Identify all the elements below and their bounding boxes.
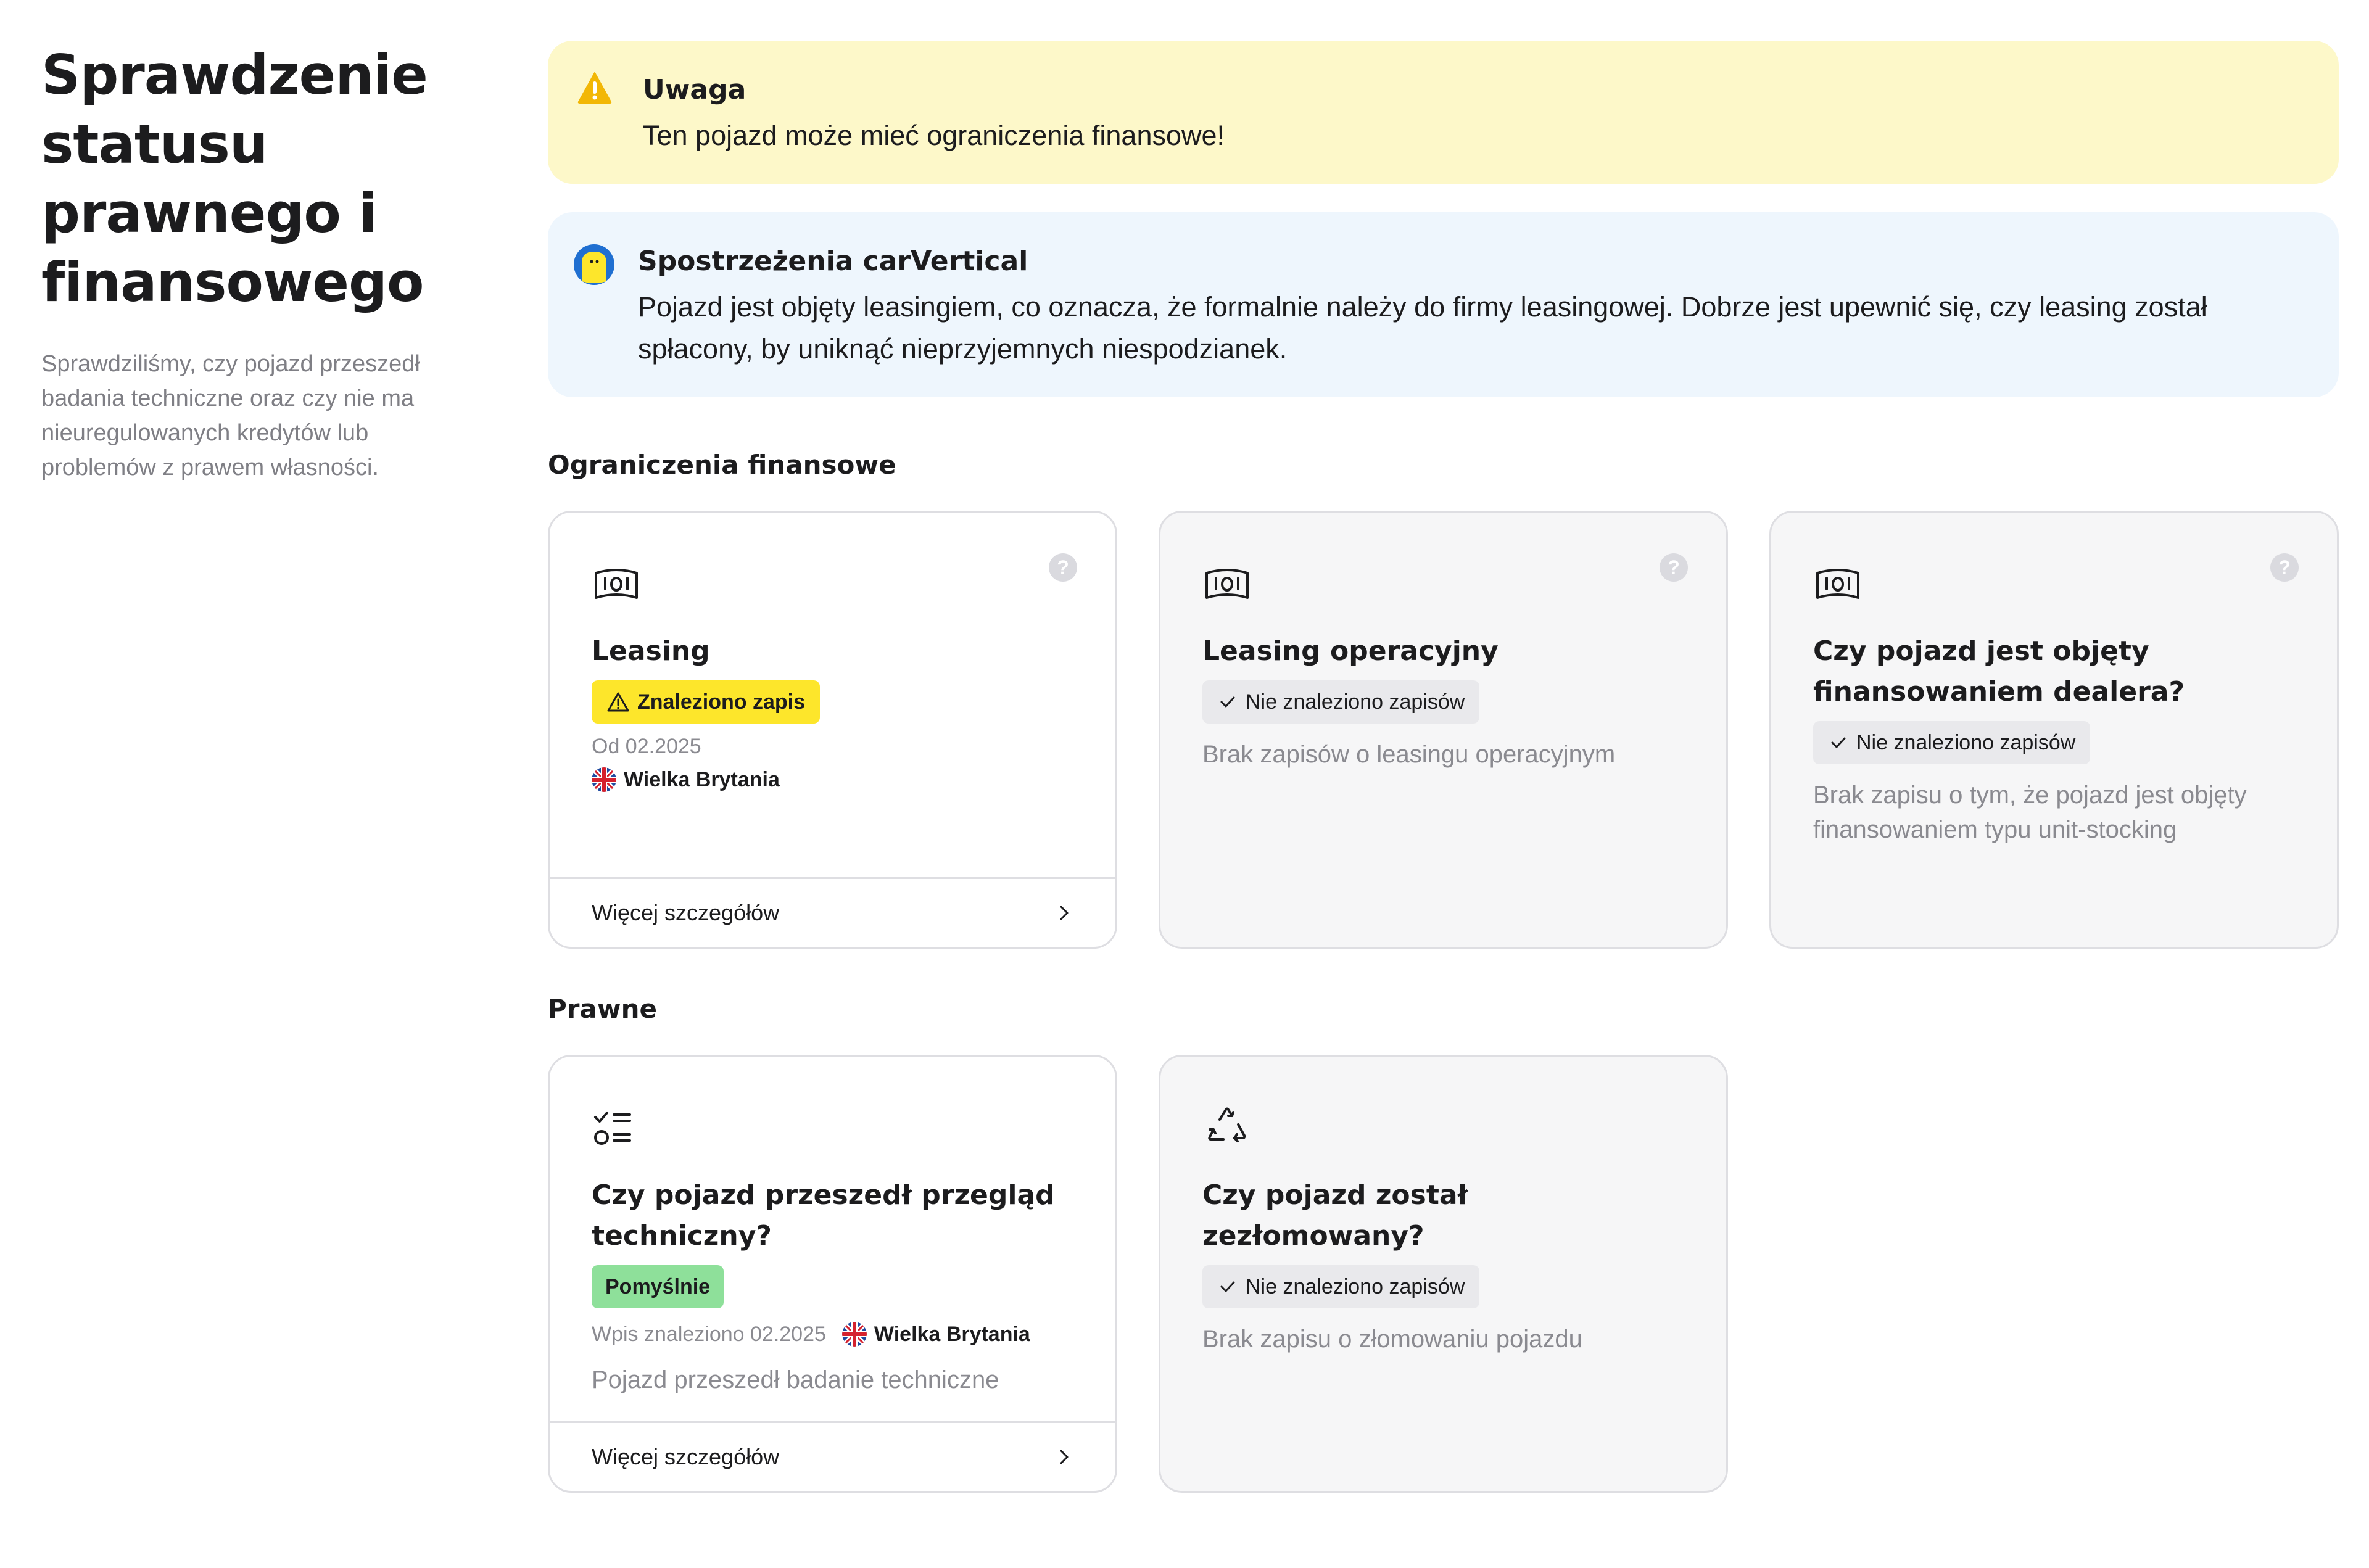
country: Wielka Brytania bbox=[841, 1322, 1030, 1347]
card-title: Leasing bbox=[592, 635, 710, 667]
page-title: Sprawdzenie statusu prawnego i finansowe… bbox=[41, 43, 428, 314]
record-date: Wpis znaleziono 02.2025 bbox=[592, 1322, 826, 1346]
card-title: Czy pojazd jest objęty finansowaniem dea… bbox=[1813, 635, 2185, 708]
insight-alert: Spostrzeżenia carVertical Pojazd jest ob… bbox=[548, 212, 2339, 397]
more-details-label: Więcej szczegółów bbox=[592, 900, 780, 925]
badge-label: Pomyślnie bbox=[605, 1274, 711, 1298]
card-description: Pojazd przeszedł badanie techniczne bbox=[592, 1366, 999, 1393]
badge-label: Nie znaleziono zapisów bbox=[1246, 1274, 1465, 1298]
inspection-card[interactable]: Czy pojazd przeszedł przegląd techniczny… bbox=[548, 1055, 1117, 1493]
chevron-right-icon bbox=[1060, 906, 1069, 920]
check-icon bbox=[1220, 1281, 1235, 1292]
badge-label: Nie znaleziono zapisów bbox=[1856, 730, 2076, 754]
checklist-icon bbox=[594, 1112, 631, 1145]
banknote-icon bbox=[1205, 569, 1249, 599]
record-date: Od 02.2025 bbox=[592, 735, 701, 758]
check-icon bbox=[1220, 696, 1235, 708]
help-icon[interactable]: ? bbox=[2270, 553, 2299, 582]
dealer-financing-card[interactable]: ? Czy pojazd jest objęty finansowaniem d… bbox=[1769, 511, 2339, 949]
warning-title: Uwaga bbox=[643, 74, 746, 105]
legal-section-title: Prawne bbox=[548, 994, 658, 1024]
warning-outline-icon bbox=[607, 692, 629, 712]
warning-alert: Uwaga Ten pojazd może mieć ograniczenia … bbox=[548, 41, 2339, 184]
financial-cards: ? Leasing Znaleziono zapis Od 02.2025 Wi… bbox=[548, 511, 2339, 949]
badge-label: Nie znaleziono zapisów bbox=[1246, 690, 1465, 714]
status-badge: Znaleziono zapis bbox=[592, 680, 821, 724]
warning-triangle-icon bbox=[577, 72, 617, 184]
more-details-link[interactable]: Więcej szczegółów bbox=[550, 1421, 1115, 1491]
financial-section-title: Ograniczenia finansowe bbox=[548, 450, 896, 480]
status-badge: Nie znaleziono zapisów bbox=[1202, 1265, 1480, 1308]
card-description: Brak zapisu o złomowaniu pojazdu bbox=[1202, 1326, 1582, 1353]
recycle-icon bbox=[1208, 1107, 1246, 1142]
more-details-link[interactable]: Więcej szczegółów bbox=[550, 877, 1115, 947]
card-description: Brak zapisu o tym, że pojazd jest objęty… bbox=[1813, 782, 2247, 843]
page-description: Sprawdziliśmy, czy pojazd przeszedł bada… bbox=[41, 351, 420, 481]
main-content: Uwaga Ten pojazd może mieć ograniczenia … bbox=[548, 41, 2339, 1493]
help-icon[interactable]: ? bbox=[1660, 553, 1688, 582]
status-badge: Pomyślnie bbox=[592, 1265, 724, 1308]
scrapped-card[interactable]: Czy pojazd został zezłomowany? Nie znale… bbox=[1159, 1055, 1728, 1493]
card-description: Brak zapisów o leasingu operacyjnym bbox=[1202, 741, 1616, 768]
carvertical-logo-icon bbox=[573, 243, 614, 397]
check-icon bbox=[1831, 737, 1846, 748]
operating-lease-card[interactable]: ? Leasing operacyjny Nie znaleziono zapi… bbox=[1159, 511, 1728, 949]
badge-label: Znaleziono zapis bbox=[637, 690, 806, 714]
banknote-icon bbox=[1816, 569, 1859, 599]
legal-cards: Czy pojazd przeszedł przegląd techniczny… bbox=[548, 1055, 2339, 1493]
country-name: Wielka Brytania bbox=[874, 1322, 1030, 1346]
insight-title: Spostrzeżenia carVertical bbox=[638, 246, 1028, 277]
card-title: Czy pojazd przeszedł przegląd techniczny… bbox=[592, 1179, 1055, 1252]
country-name: Wielka Brytania bbox=[624, 767, 780, 791]
more-details-label: Więcej szczegółów bbox=[592, 1444, 780, 1469]
chevron-right-icon bbox=[1060, 1450, 1069, 1464]
card-title: Leasing operacyjny bbox=[1202, 635, 1499, 667]
uk-flag-icon bbox=[841, 1322, 867, 1347]
help-icon[interactable]: ? bbox=[1049, 553, 1077, 582]
insight-text: Pojazd jest objęty leasingiem, co oznacz… bbox=[638, 291, 2207, 365]
sidebar-intro: Sprawdzenie statusu prawnego i finansowe… bbox=[41, 41, 473, 485]
warning-text: Ten pojazd może mieć ograniczenia finans… bbox=[643, 120, 1225, 151]
banknote-icon bbox=[595, 569, 638, 599]
uk-flag-icon bbox=[592, 767, 616, 792]
record-meta: Wpis znaleziono 02.2025 Wielka Brytania bbox=[592, 1322, 1073, 1347]
status-badge: Nie znaleziono zapisów bbox=[1202, 680, 1480, 724]
leasing-card[interactable]: ? Leasing Znaleziono zapis Od 02.2025 Wi… bbox=[548, 511, 1117, 949]
card-title: Czy pojazd został zezłomowany? bbox=[1202, 1179, 1468, 1252]
status-badge: Nie znaleziono zapisów bbox=[1813, 721, 2091, 764]
country: Wielka Brytania bbox=[592, 767, 1073, 792]
